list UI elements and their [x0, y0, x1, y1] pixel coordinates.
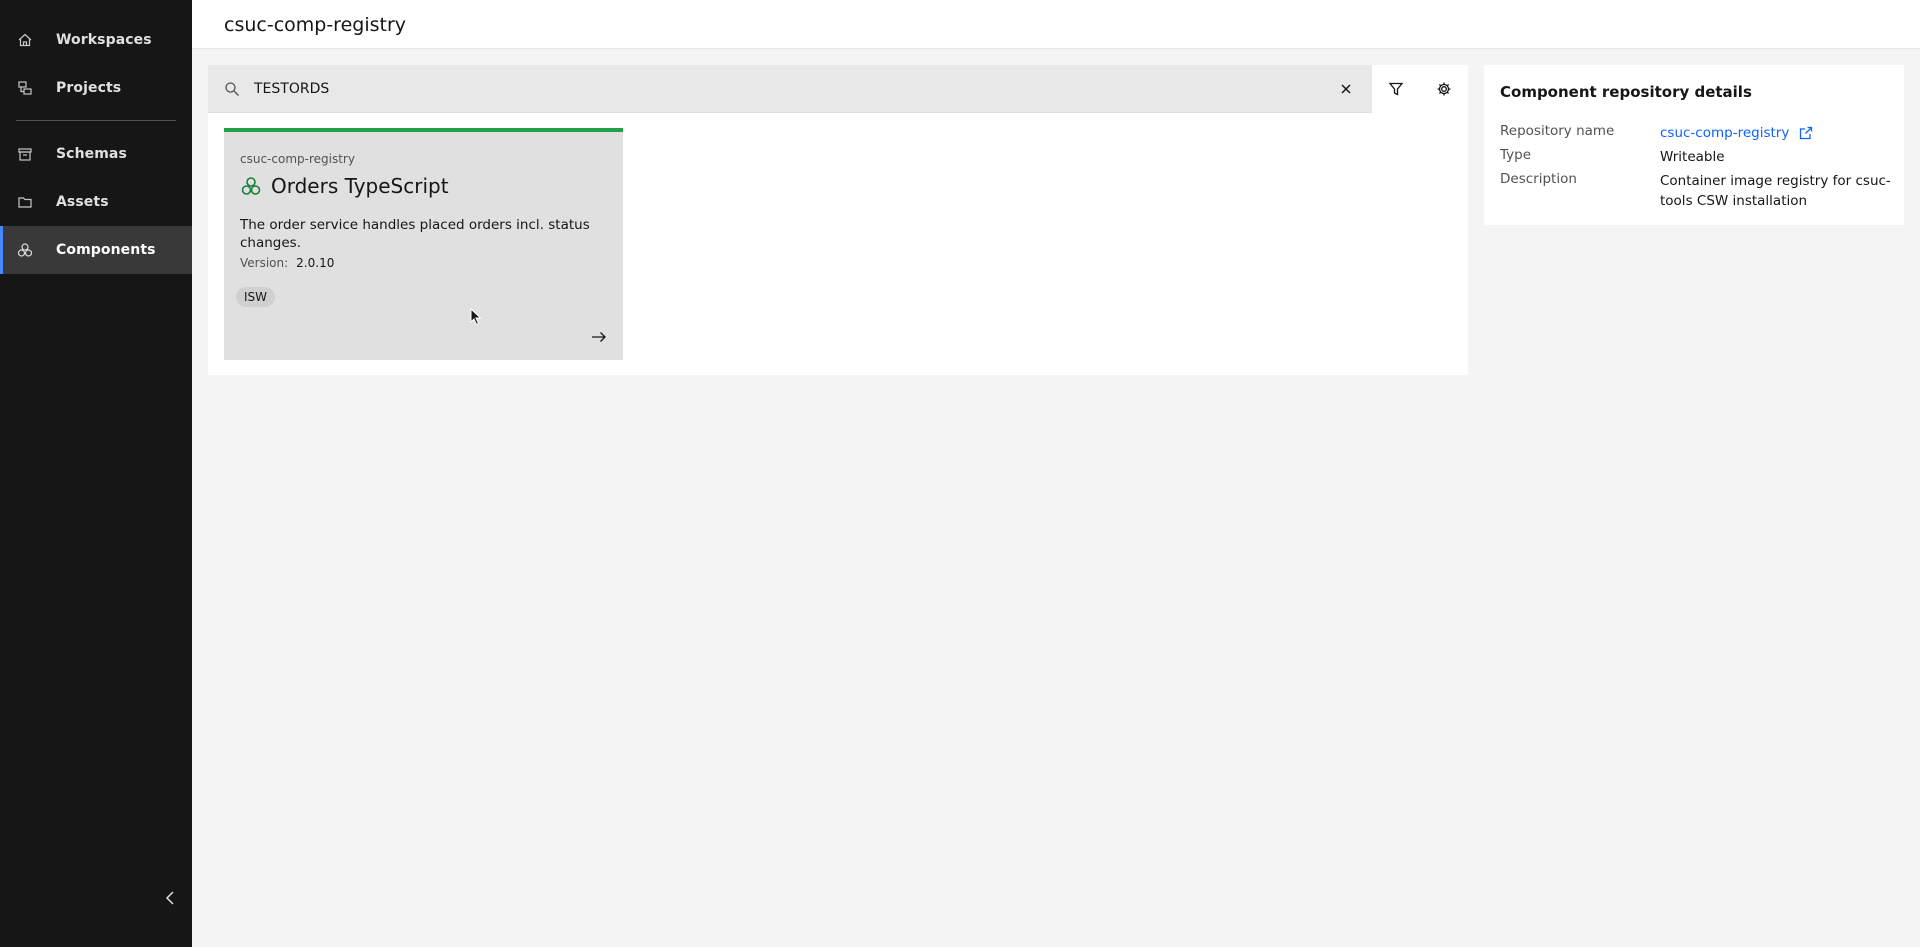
sidebar-item-label: Schemas [56, 146, 127, 162]
tag: ISW [236, 287, 276, 307]
components-icon [241, 177, 261, 195]
version-value: 2.0.10 [296, 256, 335, 270]
search-icon [225, 82, 239, 96]
page-header: csuc-comp-registry [192, 0, 1920, 49]
sidebar-item-assets[interactable]: Assets [0, 178, 192, 226]
sidebar-item-workspaces[interactable]: Workspaces [0, 16, 192, 64]
details-key: Description [1500, 171, 1577, 187]
repository-details-panel: Component repository details Repository … [1484, 65, 1904, 225]
details-title: Component repository details [1500, 83, 1752, 101]
nav-divider [16, 120, 176, 121]
sidebar: Workspaces Projects Schemas Assets Compo… [0, 0, 192, 947]
search-input[interactable] [254, 65, 1314, 113]
clear-search-button[interactable] [1338, 81, 1354, 97]
home-icon [16, 31, 34, 49]
components-icon [16, 241, 34, 259]
schemas-icon [16, 145, 34, 163]
version-label: Version: [240, 256, 289, 270]
sidebar-item-label: Components [56, 242, 156, 258]
mouse-cursor [470, 308, 482, 326]
sidebar-item-components[interactable]: Components [0, 226, 192, 274]
details-value: Writeable [1660, 149, 1725, 165]
repository-link[interactable]: csuc-comp-registry [1660, 123, 1813, 143]
folder-icon [16, 193, 34, 211]
projects-icon [16, 79, 34, 97]
components-panel: csuc-comp-registry Orders TypeScript The… [208, 65, 1468, 375]
details-key: Repository name [1500, 123, 1615, 139]
tile-title: Orders TypeScript [271, 174, 449, 198]
settings-button[interactable] [1420, 65, 1468, 113]
details-value: Container image registry for csuc-tools … [1660, 173, 1891, 209]
sidebar-item-label: Assets [56, 194, 109, 210]
sidebar-item-schemas[interactable]: Schemas [0, 130, 192, 178]
tile-version: Version: 2.0.10 [240, 256, 334, 270]
chevron-left-icon [165, 891, 174, 905]
close-icon [1341, 84, 1351, 94]
sidebar-item-label: Workspaces [56, 32, 152, 48]
details-key: Type [1500, 147, 1532, 163]
details-value: csuc-comp-registry [1660, 123, 1892, 143]
repository-link-text: csuc-comp-registry [1660, 125, 1790, 141]
tile-title-row: Orders TypeScript [240, 174, 449, 198]
filter-icon [1388, 82, 1404, 96]
page-title: csuc-comp-registry [224, 14, 407, 36]
collapse-sidebar-button[interactable] [160, 888, 180, 908]
component-tile[interactable]: csuc-comp-registry Orders TypeScript The… [224, 128, 623, 360]
tile-repository: csuc-comp-registry [240, 152, 355, 166]
tile-description: The order service handles placed orders … [240, 217, 590, 251]
gear-icon [1437, 82, 1451, 96]
arrow-right-icon[interactable] [590, 328, 608, 346]
filter-button[interactable] [1372, 65, 1420, 113]
sidebar-item-label: Projects [56, 80, 122, 96]
external-link-icon [1800, 126, 1813, 140]
search-bar [208, 65, 1372, 113]
sidebar-item-projects[interactable]: Projects [0, 64, 192, 112]
